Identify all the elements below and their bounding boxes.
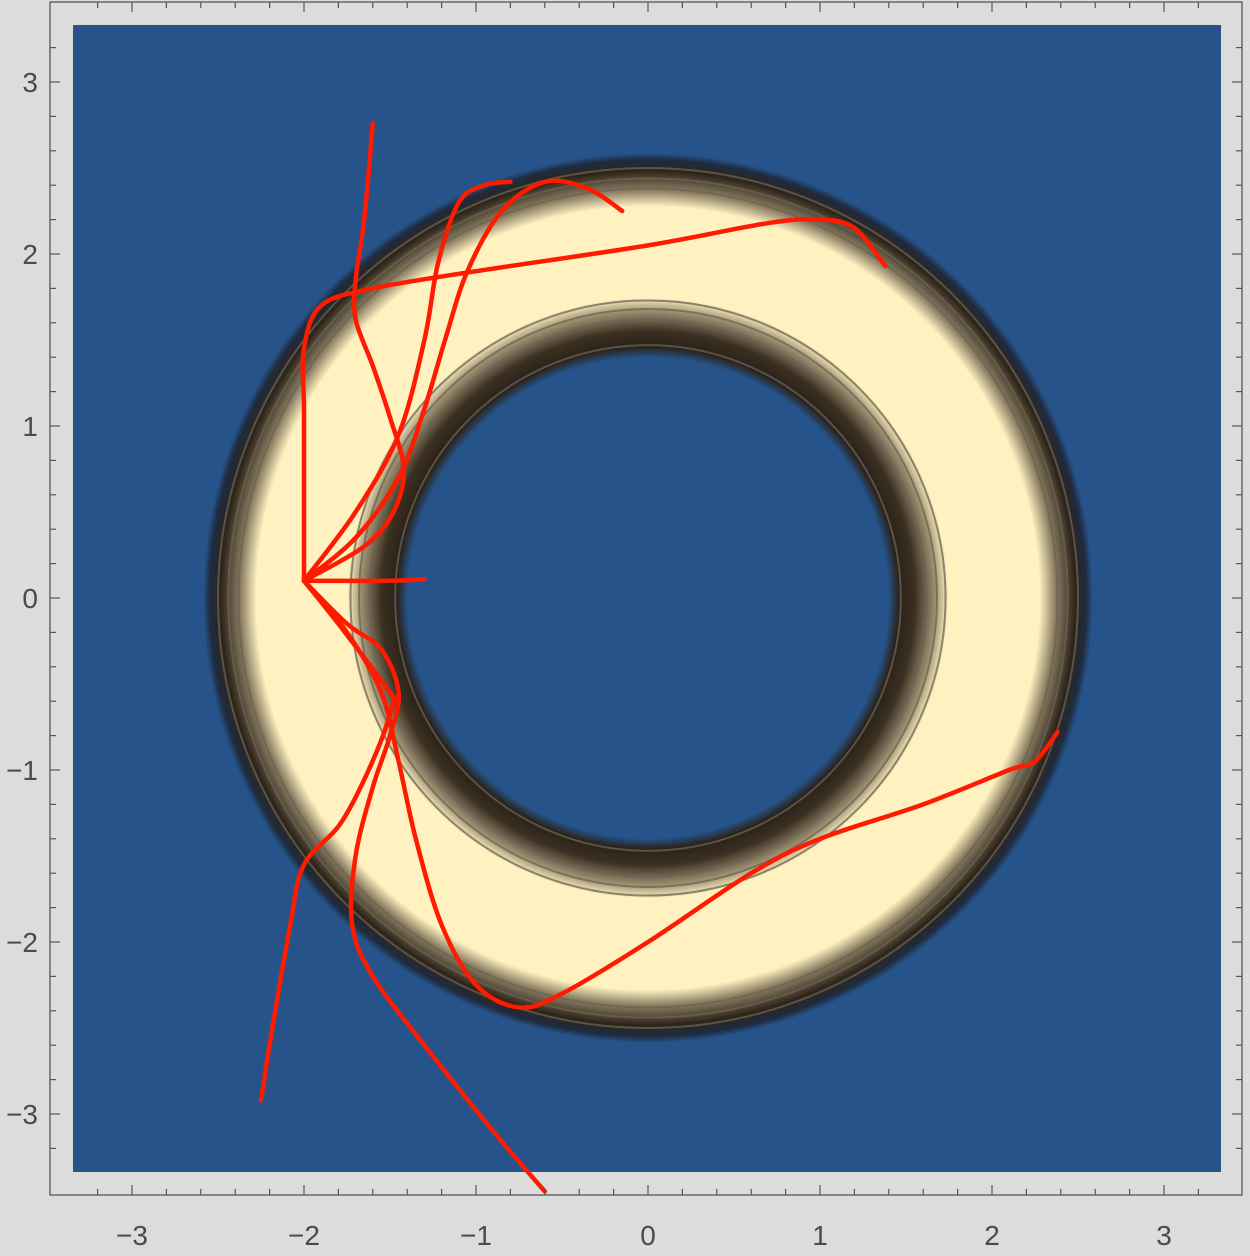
x-tick-label: −2 — [288, 1220, 320, 1251]
y-tick-label: −3 — [6, 1099, 38, 1130]
x-tick-label: 3 — [1156, 1220, 1172, 1251]
x-tick-label: −1 — [460, 1220, 492, 1251]
contour-plot: −3 −2 −1 0 1 2 3 −3 −2 −1 0 1 2 3 — [6, 1, 1243, 1251]
y-tick-label: 2 — [22, 239, 38, 270]
x-tick-label: 2 — [984, 1220, 1000, 1251]
y-tick-label: 3 — [22, 67, 38, 98]
y-tick-label: −2 — [6, 927, 38, 958]
y-tick-label: −1 — [6, 755, 38, 786]
x-tick-labels: −3 −2 −1 0 1 2 3 — [116, 1220, 1172, 1251]
ring-field — [194, 144, 1102, 1052]
x-tick-label: 0 — [640, 1220, 656, 1251]
ring-shading — [194, 144, 1102, 1052]
y-tick-labels: −3 −2 −1 0 1 2 3 — [6, 67, 38, 1130]
y-tick-label: 1 — [22, 411, 38, 442]
y-tick-label: 0 — [22, 583, 38, 614]
x-tick-label: 1 — [812, 1220, 828, 1251]
x-tick-label: −3 — [116, 1220, 148, 1251]
trajectory-1 — [301, 576, 427, 584]
